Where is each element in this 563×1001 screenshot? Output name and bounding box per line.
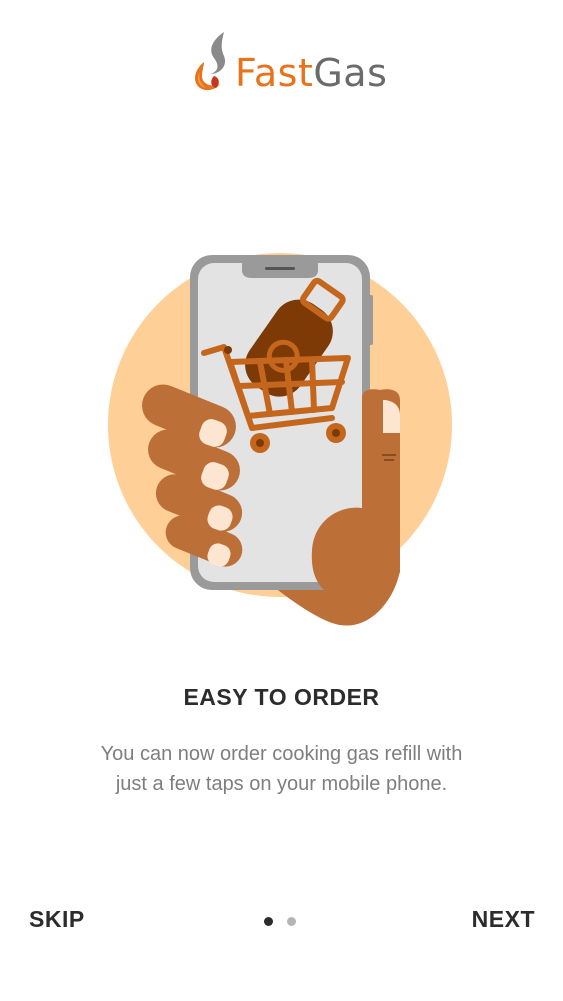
page-dot-1[interactable]	[264, 917, 273, 926]
brand-name-part1: Fast	[235, 51, 314, 95]
next-button[interactable]: NEXT	[472, 906, 535, 933]
flame-logo-icon	[195, 32, 226, 91]
fastgas-logo: FastGas	[190, 28, 387, 98]
page-dot-2[interactable]	[287, 917, 296, 926]
onboarding-title: EASY TO ORDER	[183, 684, 380, 710]
brand-name-part2: Gas	[313, 51, 388, 95]
hand-holding-phone-with-gas-cylinder-cart-icon	[108, 253, 452, 626]
onboarding-illustration	[100, 250, 470, 635]
page-indicator	[264, 917, 296, 927]
brand-name: FastGas	[235, 50, 387, 96]
onboarding-description: You can now order cooking gas refill wit…	[100, 743, 463, 795]
onboarding-screen: FastGas EASY TO ORDER You can now order …	[0, 0, 563, 1001]
skip-button[interactable]: SKIP	[29, 906, 85, 933]
